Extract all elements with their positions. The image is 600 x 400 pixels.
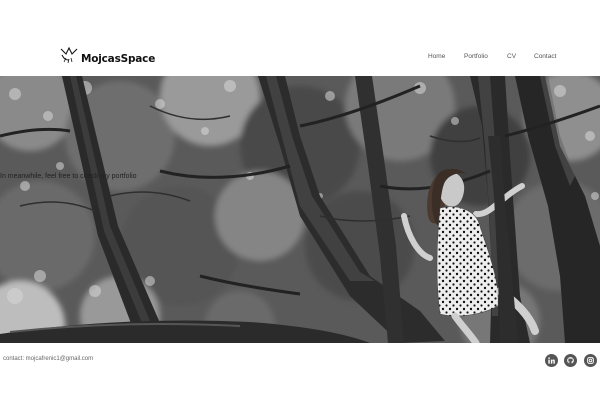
github-glyph-icon [567, 357, 574, 364]
site-footer: contact: mojcafrenic1@gmail.com [0, 343, 600, 400]
linkedin-glyph-icon [548, 357, 555, 364]
hero-image: In meanwhile, feel free to check my port… [0, 76, 600, 343]
instagram-glyph-icon [587, 357, 594, 364]
contact-email[interactable]: contact: mojcafrenic1@gmail.com [3, 356, 93, 362]
github-icon[interactable] [564, 354, 577, 367]
instagram-icon[interactable] [584, 354, 597, 367]
nav-contact[interactable]: Contact [534, 53, 556, 60]
nav-home[interactable]: Home [428, 53, 445, 60]
nav-cv[interactable]: CV [507, 53, 516, 60]
site-header: MojcasSpace Home Portfolio CV Contact [0, 0, 600, 76]
forest-photo [0, 76, 600, 343]
linkedin-icon[interactable] [545, 354, 558, 367]
nav-portfolio[interactable]: Portfolio [464, 53, 488, 60]
hero-tagline: In meanwhile, feel free to check my port… [0, 173, 137, 180]
main-nav: Home Portfolio CV Contact [0, 53, 600, 65]
